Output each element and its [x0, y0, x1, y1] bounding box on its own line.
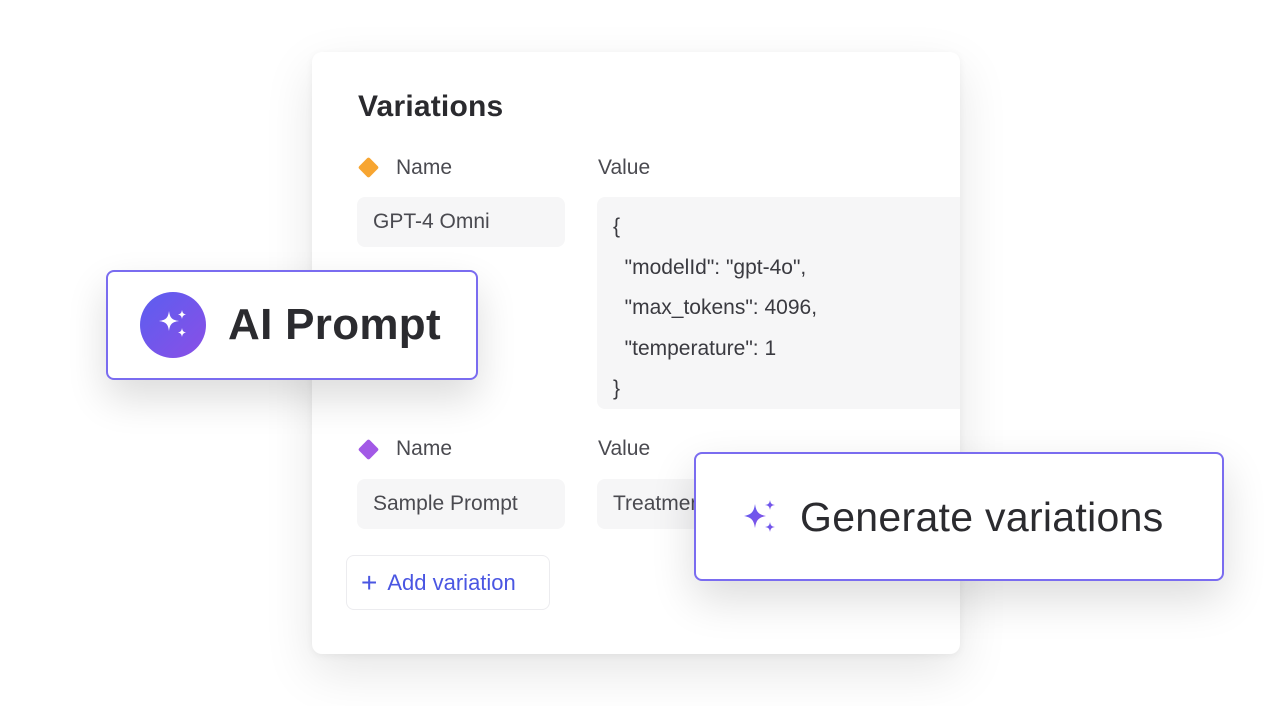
- ai-prompt-chip[interactable]: AI Prompt: [106, 270, 478, 380]
- card-title: Variations: [358, 90, 504, 123]
- variation-1-name-value: GPT-4 Omni: [373, 210, 490, 233]
- variation-1-name-field[interactable]: GPT-4 Omni: [357, 197, 565, 247]
- generate-variations-label: Generate variations: [800, 494, 1164, 540]
- ai-prompt-badge: [140, 292, 206, 358]
- json-line: }: [613, 377, 621, 400]
- sparkles-icon: [744, 500, 775, 532]
- generate-variations-button[interactable]: Generate variations: [694, 452, 1224, 581]
- json-line: "max_tokens": 4096,: [613, 296, 818, 319]
- json-line: "temperature": 1: [613, 336, 777, 360]
- variation-2-diamond-icon: [357, 438, 380, 461]
- ai-prompt-label: AI Prompt: [228, 300, 441, 349]
- plus-icon: +: [361, 566, 378, 598]
- add-variation-button[interactable]: + Add variation: [346, 555, 550, 610]
- variation-1-diamond-icon: [357, 156, 380, 179]
- variation-2-name-field[interactable]: Sample Prompt: [357, 479, 565, 529]
- variation-1-value-editor[interactable]: { "modelId": "gpt-4o", "max_tokens": 409…: [597, 197, 960, 409]
- value-label: Value: [598, 156, 651, 179]
- json-line: {: [613, 215, 621, 238]
- name-label: Name: [396, 156, 453, 179]
- value-label: Value: [598, 437, 651, 460]
- add-variation-label: Add variation: [387, 569, 516, 595]
- variation-2-name-value: Sample Prompt: [373, 492, 518, 515]
- json-line: "modelId": "gpt-4o",: [613, 255, 807, 279]
- name-label: Name: [396, 437, 453, 460]
- sparkles-icon: [159, 310, 186, 337]
